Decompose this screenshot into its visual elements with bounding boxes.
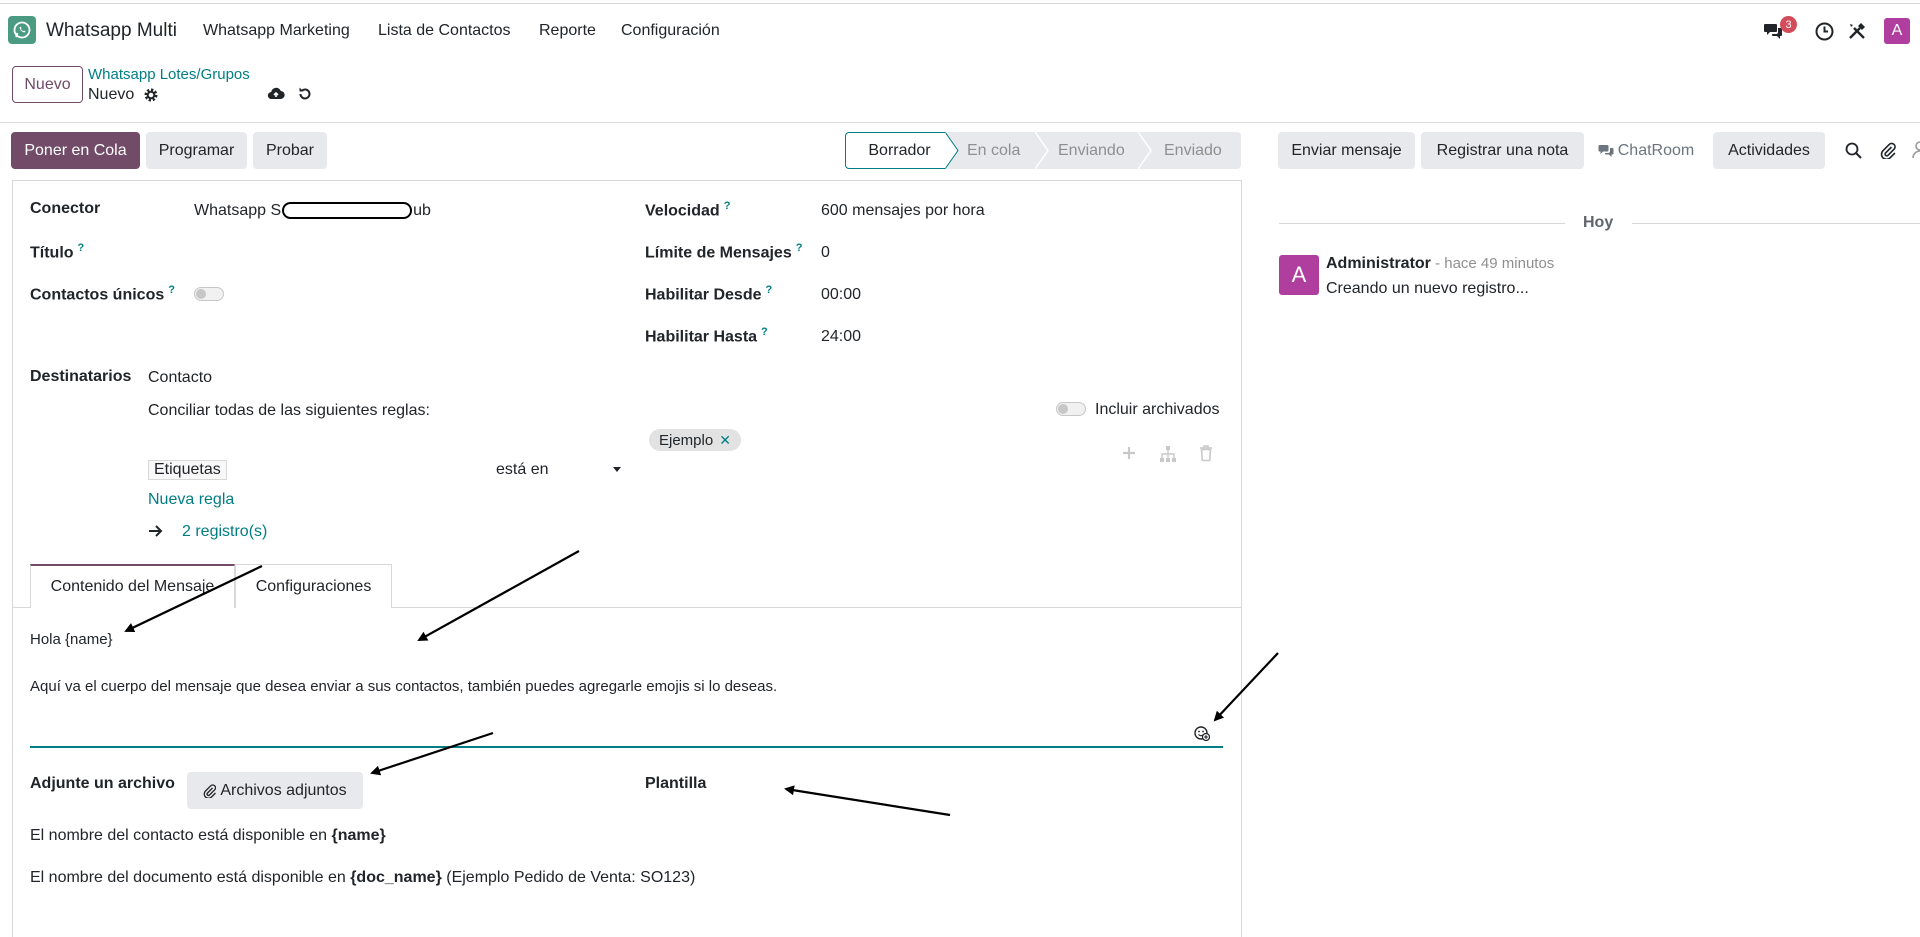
discard-changes-icon[interactable] (297, 86, 313, 102)
gear-icon[interactable] (143, 87, 159, 103)
unique-contacts-toggle[interactable] (194, 287, 224, 301)
status-separator (1138, 132, 1152, 169)
tab-message-content[interactable]: Contenido del Mensaje (30, 564, 235, 608)
paperclip-icon[interactable] (1880, 141, 1896, 159)
add-rule-icon[interactable] (1122, 446, 1136, 460)
menu-report[interactable]: Reporte (539, 22, 596, 40)
new-rule-link[interactable]: Nueva regla (148, 491, 234, 509)
remove-tag-icon[interactable]: ✕ (719, 432, 731, 449)
cloud-upload-icon[interactable] (267, 86, 285, 102)
arrow-right-icon (148, 525, 163, 537)
limit-value[interactable]: 0 (821, 244, 830, 262)
enable-from-label: Habilitar Desde? (645, 284, 773, 304)
rules-text: Conciliar todas de las siguientes reglas… (148, 402, 430, 419)
breadcrumb-parent[interactable]: Whatsapp Lotes/Grupos (88, 66, 250, 83)
main-navbar: Whatsapp Multi Whatsapp Marketing Lista … (0, 6, 1920, 56)
rule-tag: Ejemplo ✕ (649, 429, 741, 451)
include-archived-label: Incluir archivados (1095, 401, 1220, 418)
title-label: Título? (30, 242, 85, 262)
recipients-label: Destinatarios (30, 368, 132, 385)
menu-configuration[interactable]: Configuración (621, 22, 720, 40)
message-author: Administrator - hace 49 minutos (1326, 255, 1555, 272)
today-divider-left (1279, 223, 1565, 224)
status-sent[interactable]: Enviado (1164, 132, 1222, 169)
status-arrow (945, 132, 959, 169)
recipients-model[interactable]: Contacto (148, 369, 212, 387)
unique-contacts-label: Contactos únicos? (30, 284, 175, 304)
today-label: Hoy (1583, 214, 1614, 231)
speed-label: Velocidad? (645, 200, 731, 220)
connector-value[interactable]: Whatsapp Sub (194, 202, 431, 220)
status-queued[interactable]: En cola (967, 132, 1020, 169)
follower-icon[interactable] (1912, 141, 1920, 159)
enable-to-value[interactable]: 24:00 (821, 328, 861, 346)
paperclip-icon (203, 783, 217, 798)
new-button[interactable]: Nuevo (12, 66, 83, 103)
author-avatar[interactable]: A (1279, 255, 1319, 295)
activities-button[interactable]: Actividades (1713, 132, 1825, 169)
today-divider-right (1632, 223, 1920, 224)
attach-file-label: Adjunte un archivo (30, 775, 175, 792)
enable-from-value[interactable]: 00:00 (821, 286, 861, 304)
help-icon: ? (77, 242, 85, 254)
speed-value[interactable]: 600 mensajes por hora (821, 202, 985, 220)
queue-button[interactable]: Poner en Cola (11, 132, 140, 169)
include-archived-toggle[interactable] (1056, 402, 1086, 416)
connector-label: Conector (30, 200, 101, 217)
message-body[interactable]: Aquí va el cuerpo del mensaje que desea … (30, 678, 777, 695)
status-sending[interactable]: Enviando (1058, 132, 1125, 169)
menu-contact-list[interactable]: Lista de Contactos (378, 22, 511, 40)
app-name[interactable]: Whatsapp Multi (46, 20, 177, 42)
template-label: Plantilla (645, 775, 707, 792)
info-document-name: El nombre del documento está disponible … (30, 869, 696, 886)
status-bar: Borrador En cola Enviando Enviado (845, 132, 1241, 169)
menu-whatsapp-marketing[interactable]: Whatsapp Marketing (203, 22, 350, 40)
message-count-badge: 3 (1780, 16, 1797, 33)
help-icon: ? (723, 200, 731, 212)
emoji-picker-icon[interactable] (1194, 725, 1210, 741)
limit-label: Límite de Mensajes? (645, 242, 803, 262)
divider (0, 122, 1920, 123)
message-greeting[interactable]: Hola {name} (30, 631, 113, 648)
attachments-button[interactable]: Archivos adjuntos (187, 772, 363, 809)
enable-to-label: Habilitar Hasta? (645, 326, 768, 346)
test-button[interactable]: Probar (253, 132, 327, 169)
help-icon: ? (168, 284, 175, 296)
send-message-button[interactable]: Enviar mensaje (1278, 132, 1415, 169)
rule-field-select[interactable]: Etiquetas (148, 460, 227, 480)
status-separator (1035, 132, 1049, 169)
tools-icon[interactable] (1846, 20, 1868, 42)
message-input-underline (30, 746, 1223, 748)
help-icon: ? (765, 284, 773, 296)
status-draft[interactable]: Borrador (845, 132, 945, 169)
top-border (0, 0, 1920, 4)
rule-operator-select[interactable]: está en (496, 461, 548, 479)
tab-settings[interactable]: Configuraciones (235, 564, 392, 608)
help-icon: ? (795, 242, 803, 254)
clock-icon[interactable] (1813, 20, 1835, 42)
user-avatar[interactable]: A (1884, 18, 1910, 44)
info-contact-name: El nombre del contacto está disponible e… (30, 827, 386, 844)
message-time: - hace 49 minutos (1430, 255, 1555, 272)
help-icon: ? (761, 326, 768, 338)
chatroom-button[interactable]: ChatRoom (1590, 132, 1702, 169)
comments-icon (1598, 144, 1614, 158)
message-text: Creando un nuevo registro... (1326, 280, 1529, 297)
hierarchy-icon[interactable] (1159, 446, 1177, 462)
breadcrumb-current: Nuevo (88, 86, 135, 103)
search-icon[interactable] (1845, 142, 1862, 159)
redacted-mark (282, 202, 413, 220)
records-link[interactable]: 2 registro(s) (182, 523, 267, 541)
schedule-button[interactable]: Programar (146, 132, 247, 169)
whatsapp-logo-icon[interactable] (8, 16, 36, 44)
log-note-button[interactable]: Registrar una nota (1421, 132, 1584, 169)
caret-down-icon[interactable] (613, 467, 621, 472)
trash-icon[interactable] (1199, 445, 1213, 462)
